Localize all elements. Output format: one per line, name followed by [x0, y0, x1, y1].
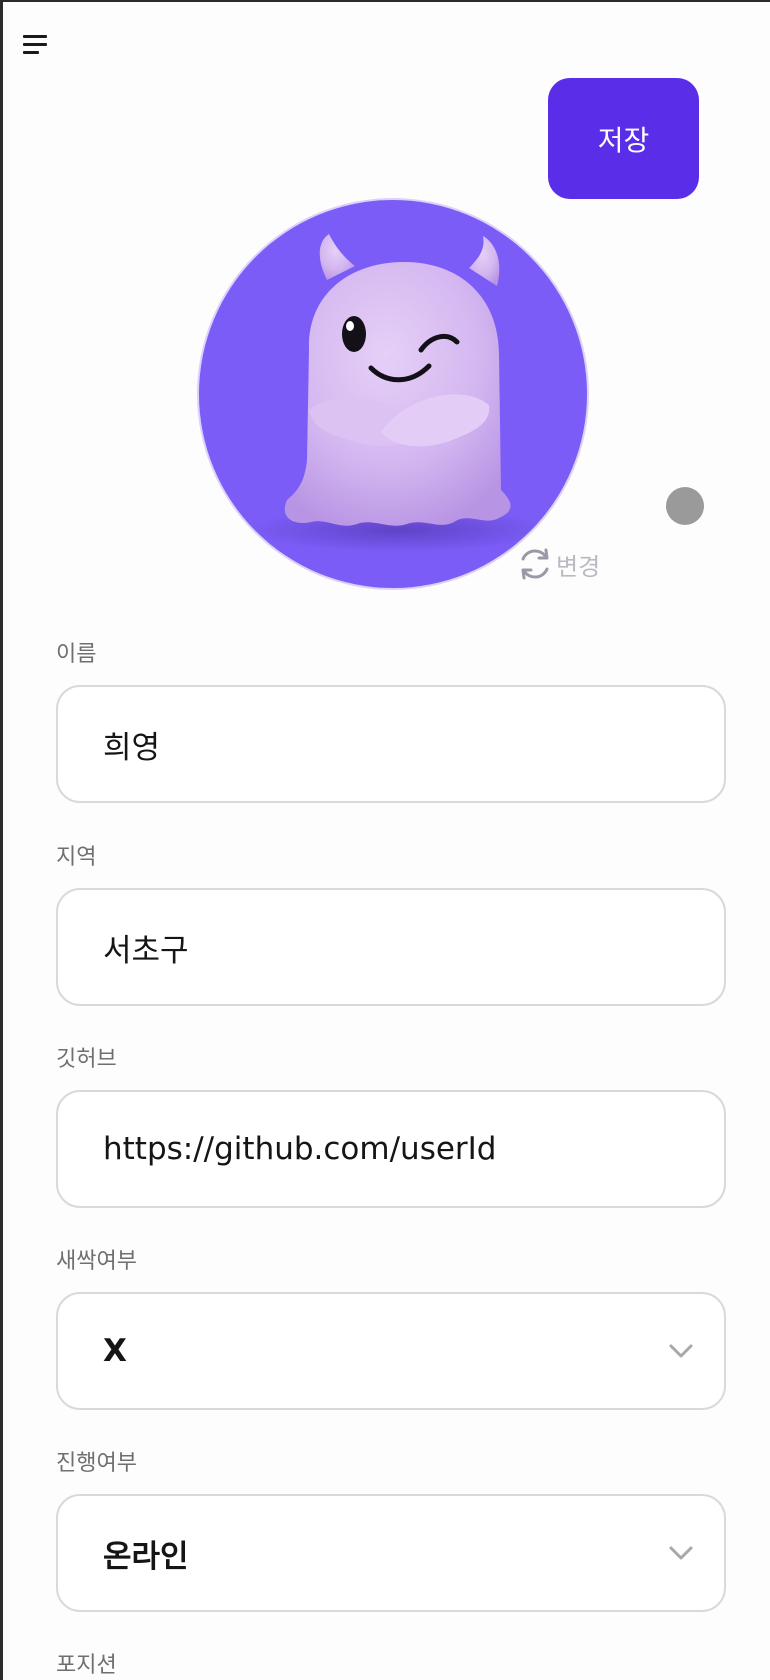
region-field[interactable] [56, 888, 726, 1006]
ghost-character-image [249, 234, 549, 552]
progress-selected-value: 온라인 [103, 1538, 189, 1575]
status-indicator [666, 487, 704, 525]
name-label: 이름 [56, 642, 97, 667]
change-avatar-label: 변경 [556, 552, 601, 581]
progress-label: 진행여부 [56, 1451, 137, 1476]
region-label: 지역 [56, 845, 97, 870]
position-label: 포지션 [56, 1653, 117, 1678]
region-input[interactable] [103, 929, 694, 965]
github-input[interactable] [103, 1131, 694, 1167]
chevron-down-icon [669, 1344, 693, 1358]
progress-select[interactable]: 온라인 [56, 1494, 726, 1612]
newbie-label: 새싹여부 [56, 1249, 137, 1274]
github-field[interactable] [56, 1090, 726, 1208]
profile-edit-screen: 저장 변경 이름 희영 지역 서초구 깃허브 https://github.co… [3, 2, 770, 1680]
hamburger-menu-icon[interactable] [20, 32, 50, 58]
newbie-selected-value: X [103, 1333, 127, 1369]
name-field[interactable] [56, 685, 726, 803]
newbie-select[interactable]: X [56, 1292, 726, 1410]
github-label: 깃허브 [56, 1047, 117, 1072]
refresh-icon [521, 548, 549, 580]
save-button[interactable]: 저장 [548, 78, 699, 199]
change-avatar-button[interactable]: 변경 [516, 542, 600, 586]
avatar[interactable] [199, 200, 587, 588]
name-input[interactable] [103, 726, 694, 762]
chevron-down-icon [669, 1546, 693, 1560]
